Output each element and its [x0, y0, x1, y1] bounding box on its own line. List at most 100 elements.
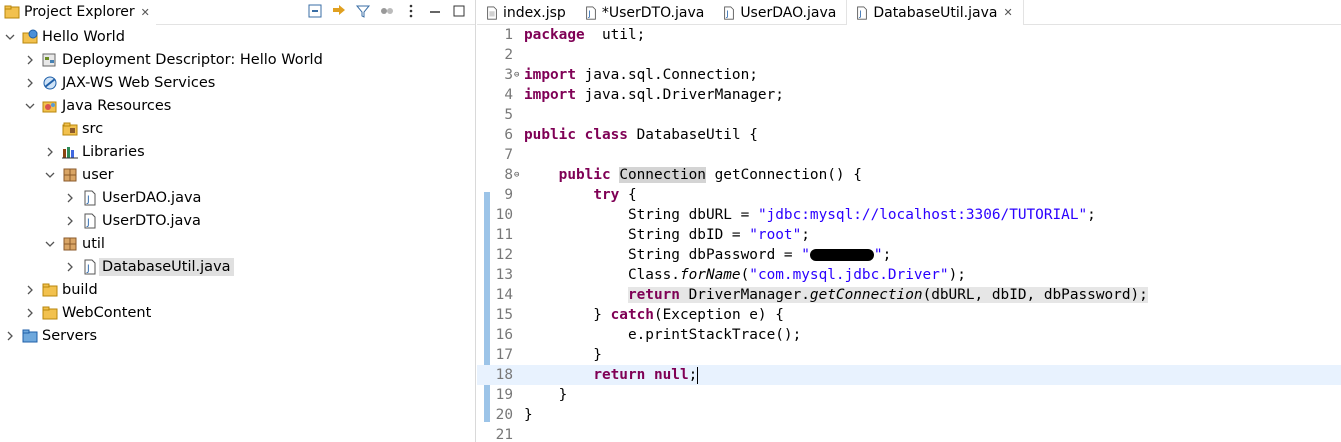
- code-line[interactable]: 11 String dbID = "root";: [477, 225, 1341, 245]
- code-lines: 1 package util; 2 3 ⊖ import java.sql.Connect…: [477, 25, 1341, 442]
- view-menu-icon[interactable]: [403, 3, 419, 19]
- tree-item-label: UserDAO.java: [102, 189, 202, 206]
- editor-tab[interactable]: J *UserDTO.java: [576, 0, 714, 25]
- code-line[interactable]: 13 Class.forName("com.mysql.jdbc.Driver"…: [477, 265, 1341, 285]
- libraries-icon: [62, 144, 78, 160]
- tree-item[interactable]: Hello World: [0, 25, 475, 48]
- link-with-editor-icon[interactable]: [331, 3, 347, 19]
- tree-item[interactable]: Servers: [0, 324, 475, 347]
- code-text: public class DatabaseUtil {: [524, 125, 758, 145]
- tree-item[interactable]: build: [0, 278, 475, 301]
- chevron-down-icon[interactable]: [24, 100, 36, 112]
- focus-icon[interactable]: [379, 3, 395, 19]
- tree-item-label: JAX-WS Web Services: [62, 74, 216, 91]
- code-token: DriverManager.: [679, 287, 810, 303]
- code-text: }: [524, 405, 533, 425]
- chevron-right-icon[interactable]: [24, 54, 36, 66]
- chevron-down-icon[interactable]: [4, 31, 16, 43]
- code-line[interactable]: 3 ⊖ import java.sql.Connection;: [477, 65, 1341, 85]
- code-line[interactable]: 8 ⊖ public Connection getConnection() {: [477, 165, 1341, 185]
- chevron-down-icon[interactable]: [44, 169, 56, 181]
- svg-text:J: J: [86, 218, 90, 228]
- java-file-icon: J: [855, 5, 869, 21]
- chevron-right-icon[interactable]: [44, 146, 56, 158]
- tree-item[interactable]: user: [0, 163, 475, 186]
- chevron-right-icon[interactable]: [24, 284, 36, 296]
- code-line[interactable]: 2: [477, 45, 1341, 65]
- tree-item[interactable]: WebContent: [0, 301, 475, 324]
- line-number: 7: [504, 147, 513, 163]
- code-line[interactable]: 15 } catch(Exception e) {: [477, 305, 1341, 325]
- java-resources-icon: [42, 98, 58, 114]
- project-explorer-icon: [4, 4, 20, 20]
- jsp-file-icon: [485, 5, 499, 21]
- code-token: String dbPassword =: [524, 247, 802, 263]
- line-number: 6: [504, 127, 513, 143]
- code-token: java.sql.Connection;: [575, 67, 758, 83]
- collapse-all-icon[interactable]: [307, 3, 323, 19]
- code-text: }: [524, 345, 602, 365]
- code-text: String dbURL = "jdbc:mysql://localhost:3…: [524, 205, 1096, 225]
- filter-icon[interactable]: [355, 3, 371, 19]
- code-line[interactable]: 9 try {: [477, 185, 1341, 205]
- fold-collapse-icon[interactable]: ⊖: [514, 165, 519, 185]
- code-token: e.printStackTrace();: [524, 327, 802, 343]
- java-file-icon: J: [722, 5, 736, 21]
- code-line[interactable]: 12 String dbPassword = " ";: [477, 245, 1341, 265]
- minimize-icon[interactable]: [427, 3, 443, 19]
- code-line[interactable]: 16 e.printStackTrace();: [477, 325, 1341, 345]
- tree-item-label: util: [82, 235, 105, 252]
- chevron-right-icon[interactable]: [64, 261, 76, 273]
- code-token: }: [524, 387, 568, 403]
- fold-collapse-icon[interactable]: ⊖: [514, 65, 519, 85]
- source-folder-icon: [62, 121, 78, 137]
- chevron-right-icon[interactable]: [24, 307, 36, 319]
- close-icon[interactable]: ✕: [141, 6, 150, 19]
- chevron-down-icon[interactable]: [44, 238, 56, 250]
- chevron-right-icon[interactable]: [64, 192, 76, 204]
- project-explorer-tab[interactable]: Project Explorer ✕: [0, 0, 156, 25]
- tree-item[interactable]: Java Resources: [0, 94, 475, 117]
- code-line[interactable]: 19 }: [477, 385, 1341, 405]
- line-number: 11: [495, 227, 513, 243]
- code-line[interactable]: 7: [477, 145, 1341, 165]
- tree-item[interactable]: Libraries: [0, 140, 475, 163]
- chevron-right-icon[interactable]: [4, 330, 16, 342]
- code-line[interactable]: 17 }: [477, 345, 1341, 365]
- maximize-icon[interactable]: [451, 3, 467, 19]
- close-icon[interactable]: ✕: [1003, 6, 1012, 19]
- code-line[interactable]: 14 return DriverManager.getConnection(db…: [477, 285, 1341, 305]
- code-token: String dbID =: [524, 227, 750, 243]
- code-line[interactable]: 1 package util;: [477, 25, 1341, 45]
- editor-tab[interactable]: J DatabaseUtil.java ✕: [846, 0, 1024, 25]
- code-line[interactable]: 18 return null;: [477, 365, 1341, 385]
- tree-item[interactable]: J DatabaseUtil.java: [0, 255, 475, 278]
- code-line[interactable]: 6 public class DatabaseUtil {: [477, 125, 1341, 145]
- code-line[interactable]: 20}: [477, 405, 1341, 425]
- line-number: 2: [504, 47, 513, 63]
- line-number: 19: [495, 387, 513, 403]
- tree-item[interactable]: J UserDAO.java: [0, 186, 475, 209]
- code-line[interactable]: 4 import java.sql.DriverManager;: [477, 85, 1341, 105]
- editor-tab[interactable]: J UserDAO.java: [714, 0, 846, 25]
- code-line[interactable]: 5: [477, 105, 1341, 125]
- chevron-right-icon[interactable]: [64, 215, 76, 227]
- tree-item[interactable]: src: [0, 117, 475, 140]
- folder-icon: [42, 282, 58, 298]
- code-text: Class.forName("com.mysql.jdbc.Driver");: [524, 265, 966, 285]
- tree-item[interactable]: util: [0, 232, 475, 255]
- chevron-right-icon[interactable]: [24, 77, 36, 89]
- line-number: 12: [495, 247, 513, 263]
- line-number: 3: [504, 67, 513, 83]
- tree-item[interactable]: Deployment Descriptor: Hello World: [0, 48, 475, 71]
- editor-tab[interactable]: index.jsp: [477, 0, 576, 25]
- line-number: 5: [504, 107, 513, 123]
- code-line[interactable]: 10 String dbURL = "jdbc:mysql://localhos…: [477, 205, 1341, 225]
- code-area[interactable]: 1 package util; 2 3 ⊖ import java.sql.Connect…: [477, 25, 1341, 442]
- code-line[interactable]: 21: [477, 425, 1341, 442]
- tree-item-label: DatabaseUtil.java: [99, 257, 234, 276]
- tree-item[interactable]: JAX-WS Web Services: [0, 71, 475, 94]
- tree-item[interactable]: J UserDTO.java: [0, 209, 475, 232]
- code-text: e.printStackTrace();: [524, 325, 801, 345]
